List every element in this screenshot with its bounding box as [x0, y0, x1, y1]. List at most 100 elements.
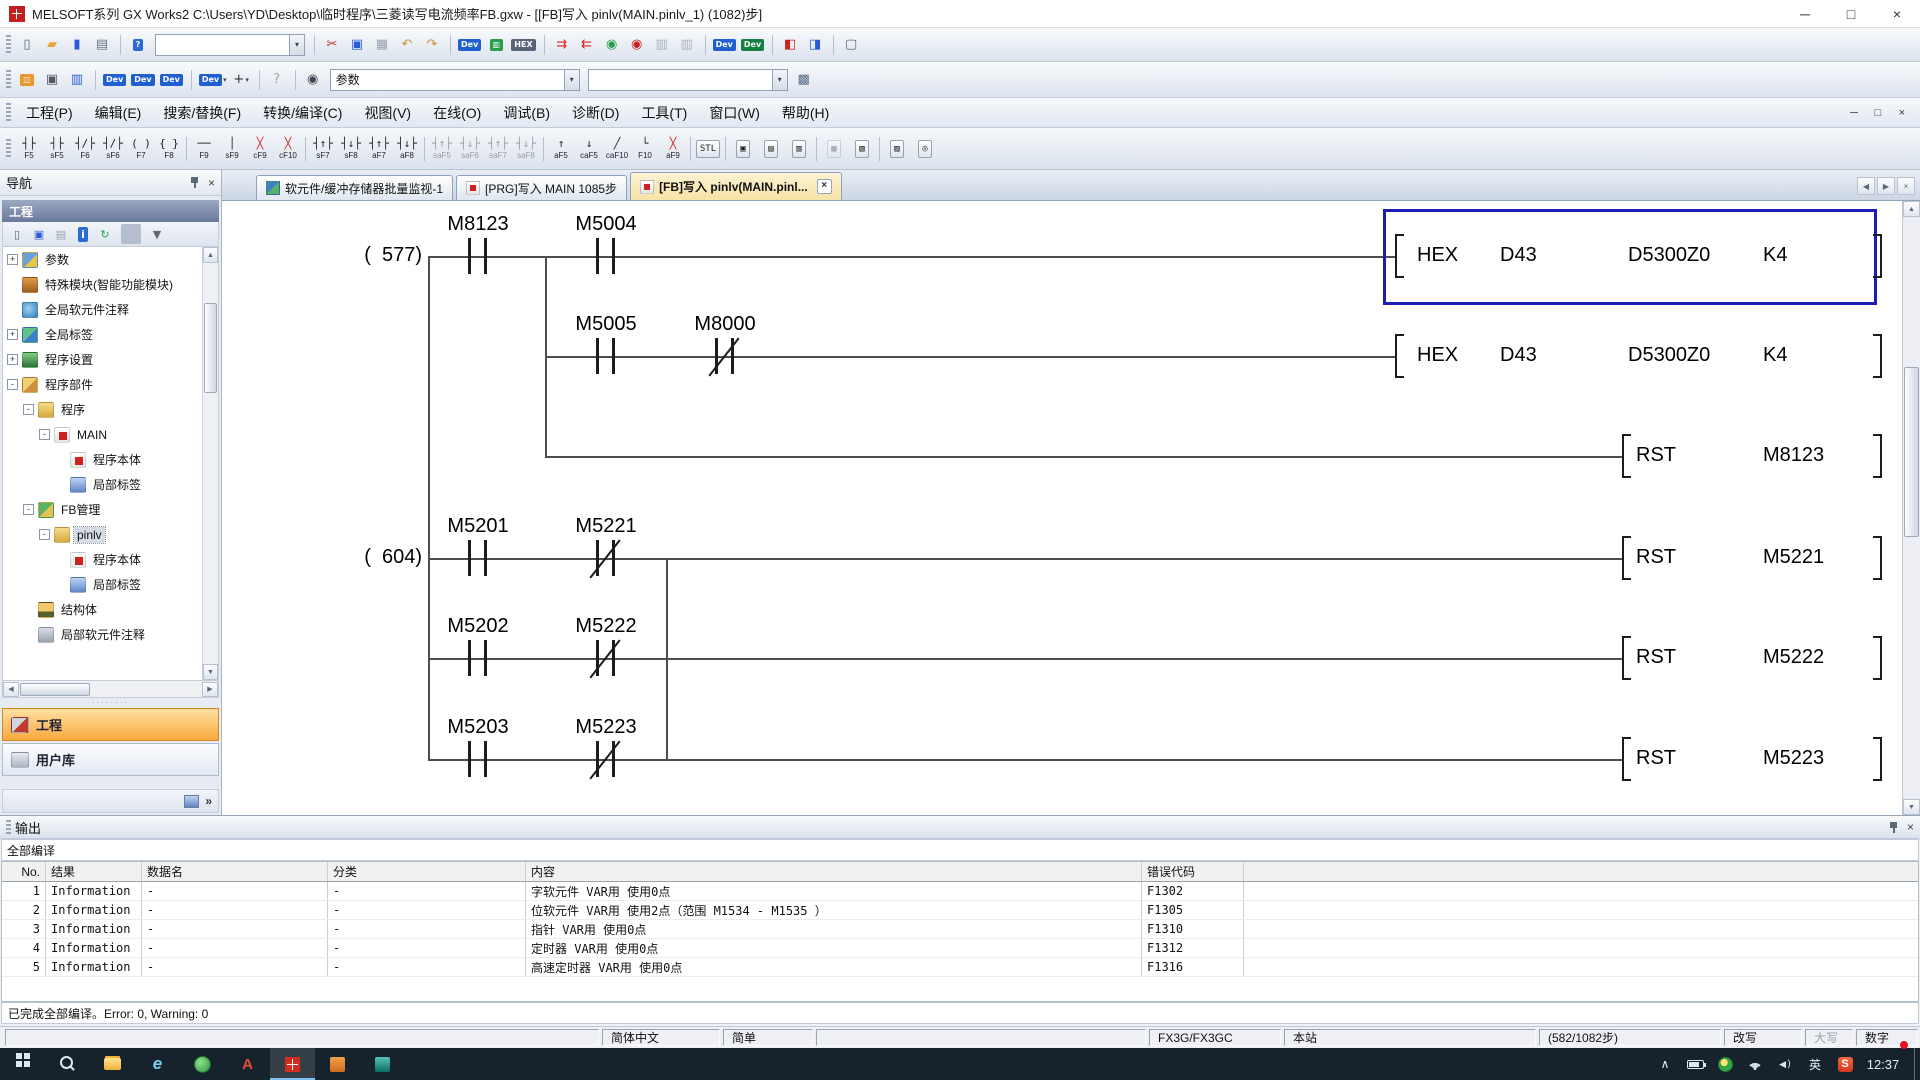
- connection-destination-icon[interactable]: [184, 795, 199, 808]
- invert-result-button[interactable]: ╱caF10: [603, 131, 631, 167]
- tree-expand-toggle[interactable]: +: [7, 354, 18, 365]
- nav-refresh-button[interactable]: ↻: [95, 224, 115, 244]
- instruction-opcode[interactable]: HEX: [1417, 344, 1458, 367]
- closed-contact-button[interactable]: ┤/├F6: [71, 131, 99, 167]
- show-desktop-button[interactable]: [1914, 1048, 1920, 1080]
- menu-item[interactable]: 视图(V): [353, 98, 422, 127]
- save-project-button[interactable]: ▮: [66, 33, 89, 56]
- close-button[interactable]: ×: [1874, 0, 1920, 27]
- verify-with-plc-button[interactable]: ◉: [601, 33, 624, 56]
- project-data-combo[interactable]: ▾: [155, 34, 305, 56]
- device-monitor-button[interactable]: ▥: [485, 33, 508, 56]
- instruction-operand[interactable]: D5300Z0: [1628, 344, 1710, 367]
- tree-expand-toggle[interactable]: +: [7, 254, 18, 265]
- tree-item[interactable]: 局部标签: [3, 472, 218, 497]
- pulse-nc-branch-button-1[interactable]: ┤↑├saF7: [484, 131, 512, 167]
- toolbar-grip[interactable]: [6, 35, 11, 55]
- find-button[interactable]: ◉: [302, 68, 325, 91]
- instruction-operand[interactable]: M5221: [1763, 546, 1824, 569]
- new-project-button[interactable]: ▯: [16, 33, 39, 56]
- tree-horizontal-scrollbar[interactable]: ◀ ▶: [2, 681, 219, 698]
- tree-item[interactable]: - pinlv: [3, 522, 218, 547]
- navigation-toggle-button[interactable]: ◫: [16, 68, 39, 91]
- instruction-operand[interactable]: D43: [1500, 244, 1537, 267]
- internet-explorer-button[interactable]: e: [135, 1048, 180, 1080]
- device-label-button[interactable]: Dev: [130, 68, 156, 91]
- contact-label[interactable]: M5201: [447, 515, 508, 538]
- vertical-line-button[interactable]: │sF9: [218, 131, 246, 167]
- taskbar-search-button[interactable]: [45, 1048, 90, 1080]
- contact-label[interactable]: M8123: [447, 213, 508, 236]
- maximize-button[interactable]: □: [1828, 0, 1874, 27]
- wifi-icon[interactable]: [1740, 1048, 1770, 1080]
- edit-statement-button[interactable]: ▥: [785, 131, 813, 167]
- horizontal-line-button[interactable]: ──F9: [190, 131, 218, 167]
- tree-vertical-scrollbar[interactable]: ▲ ▼: [202, 247, 218, 680]
- data-select-combo[interactable]: 参数 ▾: [330, 69, 580, 91]
- open-contact-button[interactable]: ┤├F5: [15, 131, 43, 167]
- instruction-operand[interactable]: K4: [1763, 244, 1787, 267]
- device-memory-monitor-button[interactable]: Dev: [457, 33, 483, 56]
- zoom-page-button[interactable]: ▩: [793, 68, 816, 91]
- tree-item[interactable]: + 参数: [3, 247, 218, 272]
- rising-pulse-branch-button[interactable]: ┤↑├aF7: [365, 131, 393, 167]
- tree-item[interactable]: 局部标签: [3, 572, 218, 597]
- monitor-window-button[interactable]: ▢: [840, 33, 863, 56]
- gx-works2-taskbar-button[interactable]: [270, 1048, 315, 1080]
- tree-expand-toggle[interactable]: -: [7, 379, 18, 390]
- docking-window-button[interactable]: ▥: [66, 68, 89, 91]
- tree-expand-toggle[interactable]: +: [7, 329, 18, 340]
- menu-item[interactable]: 工程(P): [15, 98, 84, 127]
- paste-button[interactable]: ▦: [371, 33, 394, 56]
- start-button[interactable]: [0, 1048, 45, 1080]
- project-view-button[interactable]: 工程: [2, 708, 219, 741]
- tree-item[interactable]: 结构体: [3, 597, 218, 622]
- tree-item[interactable]: 全局软元件注释: [3, 297, 218, 322]
- contact-label[interactable]: M5202: [447, 615, 508, 638]
- menu-item[interactable]: 转换/编译(C): [252, 98, 353, 127]
- panel-grip[interactable]: [6, 820, 11, 834]
- tree-expand-toggle[interactable]: -: [39, 529, 50, 540]
- tree-item[interactable]: - 程序: [3, 397, 218, 422]
- menu-item[interactable]: 在线(O): [422, 98, 492, 127]
- open-project-button[interactable]: ▰: [41, 33, 64, 56]
- redo-button[interactable]: ↷: [421, 33, 444, 56]
- cut-button[interactable]: ✂: [321, 33, 344, 56]
- tree-expand-toggle[interactable]: -: [39, 429, 50, 440]
- secondary-combo[interactable]: ▾: [588, 69, 788, 91]
- table-row[interactable]: 3 Information - - 指针 VAR用 使用0点 F1310: [2, 920, 1918, 939]
- minimize-button[interactable]: ─: [1782, 0, 1828, 27]
- print-button[interactable]: ▤: [91, 33, 114, 56]
- rising-pulse-button[interactable]: ┤↑├sF7: [309, 131, 337, 167]
- scrollbar-thumb[interactable]: [1904, 367, 1919, 537]
- app-orange-button[interactable]: [315, 1048, 360, 1080]
- chevron-down-icon[interactable]: ▾: [564, 70, 579, 90]
- contact-label[interactable]: M5223: [575, 716, 636, 739]
- contact-label[interactable]: M5203: [447, 716, 508, 739]
- tree-item[interactable]: 程序本体: [3, 447, 218, 472]
- edit-comment-button[interactable]: ▤: [757, 131, 785, 167]
- menu-item[interactable]: 窗口(W): [698, 98, 771, 127]
- ladder-block-button[interactable]: ▨: [883, 131, 911, 167]
- tree-item[interactable]: - FB管理: [3, 497, 218, 522]
- tree-item[interactable]: 局部软元件注释: [3, 622, 218, 647]
- instruction-opcode[interactable]: RST: [1636, 546, 1676, 569]
- closed-branch-button[interactable]: ┤/├sF6: [99, 131, 127, 167]
- menu-item[interactable]: 调试(B): [492, 98, 561, 127]
- instruction-opcode[interactable]: HEX: [1417, 244, 1458, 267]
- write-to-plc-button[interactable]: ⇉: [551, 33, 574, 56]
- toolbar-grip[interactable]: [6, 139, 11, 159]
- remote-operation-button[interactable]: ◉: [626, 33, 649, 56]
- ladder-write-button[interactable]: ◧: [779, 33, 802, 56]
- device-comment-button[interactable]: Dev: [712, 33, 738, 56]
- instruction-operand[interactable]: M5223: [1763, 747, 1824, 770]
- pulse-nc-branch-button-2[interactable]: ┤↓├saF8: [512, 131, 540, 167]
- falling-pulse-branch-button[interactable]: ┤↓├aF8: [393, 131, 421, 167]
- instruction-opcode[interactable]: RST: [1636, 646, 1676, 669]
- tree-item[interactable]: 特殊模块(智能功能模块): [3, 272, 218, 297]
- nav-info-button[interactable]: i: [73, 224, 93, 244]
- falling-pulse-button[interactable]: ┤↓├sF8: [337, 131, 365, 167]
- coil-button[interactable]: ( )F7: [127, 131, 155, 167]
- cross-reference-button[interactable]: +▾: [230, 68, 253, 91]
- user-library-button[interactable]: 用户库: [2, 743, 219, 776]
